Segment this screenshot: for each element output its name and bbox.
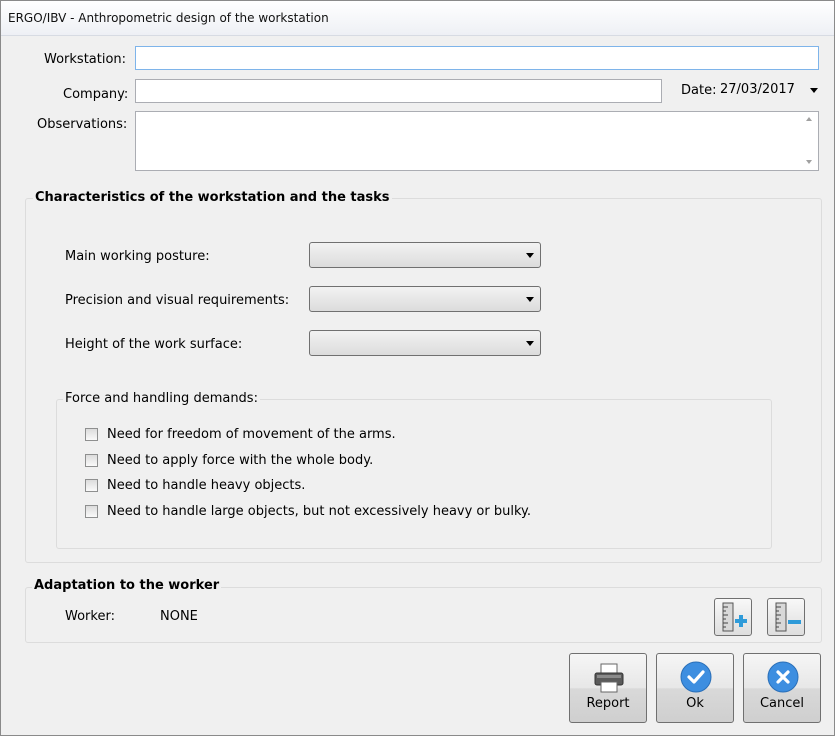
precision-label: Precision and visual requirements: [65, 293, 290, 308]
chevron-down-icon [526, 341, 534, 346]
posture-select[interactable] [309, 242, 541, 268]
workstation-input[interactable] [135, 46, 819, 70]
force-option-label: Need to handle heavy objects. [107, 478, 306, 493]
window-title: ERGO/IBV - Anthropometric design of the … [8, 11, 329, 25]
date-picker[interactable]: 27/03/2017 [718, 79, 820, 101]
force-option-label: Need for freedom of movement of the arms… [107, 427, 396, 442]
force-title: Force and handling demands: [63, 391, 260, 406]
ruler-remove-icon [775, 602, 801, 632]
checkbox[interactable] [85, 479, 98, 492]
chevron-down-icon [526, 297, 534, 302]
adaptation-group [25, 587, 822, 643]
checkmark-icon [680, 661, 712, 693]
adaptation-title: Adaptation to the worker [32, 578, 222, 593]
scroll-down-icon[interactable] [806, 160, 812, 164]
observations-label: Observations: [37, 117, 128, 132]
worker-label: Worker: [65, 609, 115, 624]
characteristics-title: Characteristics of the workstation and t… [33, 190, 392, 205]
ruler-add-icon [722, 602, 747, 632]
date-value: 27/03/2017 [720, 82, 795, 97]
app-window: ERGO/IBV - Anthropometric design of the … [0, 0, 835, 736]
worker-value: NONE [160, 609, 198, 624]
checkbox[interactable] [85, 454, 98, 467]
ok-button[interactable]: Ok [656, 653, 734, 723]
cancel-button[interactable]: Cancel [743, 653, 821, 723]
observations-scrollbar[interactable] [801, 112, 818, 170]
close-icon [767, 661, 799, 693]
ok-label: Ok [686, 696, 704, 711]
title-bar: ERGO/IBV - Anthropometric design of the … [1, 1, 834, 36]
height-select[interactable] [309, 330, 541, 356]
height-label: Height of the work surface: [65, 337, 243, 352]
force-option-label: Need to handle large objects, but not ex… [107, 504, 532, 519]
scroll-up-icon[interactable] [806, 117, 812, 121]
cancel-label: Cancel [759, 696, 805, 711]
remove-worker-button[interactable] [767, 598, 805, 636]
precision-select[interactable] [309, 286, 541, 312]
date-label: Date: [681, 83, 717, 98]
report-label: Report [586, 696, 630, 711]
company-input[interactable] [135, 79, 662, 103]
company-label: Company: [63, 87, 129, 102]
workstation-label: Workstation: [44, 52, 127, 67]
chevron-down-icon[interactable] [810, 88, 818, 93]
printer-icon [594, 663, 624, 693]
add-worker-button[interactable] [714, 598, 752, 636]
force-group [56, 399, 772, 549]
checkbox[interactable] [85, 428, 98, 441]
checkbox[interactable] [85, 505, 98, 518]
observations-textarea[interactable] [135, 111, 819, 171]
report-button[interactable]: Report [569, 653, 647, 723]
posture-label: Main working posture: [65, 249, 210, 264]
force-option-label: Need to apply force with the whole body. [107, 453, 374, 468]
chevron-down-icon [526, 253, 534, 258]
